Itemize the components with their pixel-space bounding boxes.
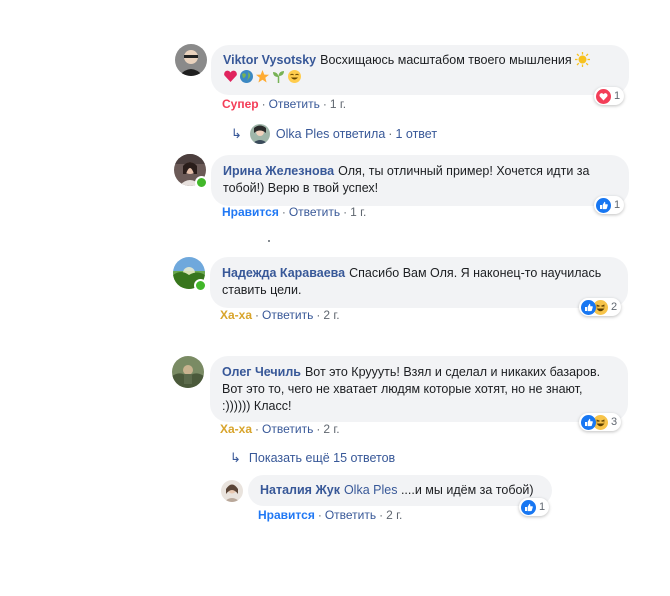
comment-text: Вот это Круууть! Взял и сделал и никаких… <box>304 365 601 379</box>
timestamp[interactable]: 1 г. <box>350 205 366 219</box>
tagged-user[interactable]: Olka Ples <box>344 483 398 497</box>
avatar[interactable] <box>221 480 243 502</box>
comment-text: Оля, ты отличный пример! Хочется идти за <box>338 164 590 178</box>
like-reaction-icon <box>581 414 596 430</box>
reply-author: Olka Ples <box>275 127 330 141</box>
heart-emoji <box>223 69 238 84</box>
reaction-summary[interactable]: 1 <box>594 87 625 105</box>
reply-arrow-icon: ↳ <box>230 450 241 465</box>
reply-arrow-icon: ↳ <box>231 126 242 141</box>
smile-emoji <box>287 69 302 84</box>
reply-link[interactable]: Ответить <box>325 508 376 522</box>
comment-actions: Нравится · Ответить · 1 г. <box>222 205 367 219</box>
comment-bubble: Ирина Железнова Оля, ты отличный пример! … <box>211 155 629 206</box>
reaction-label[interactable]: Нравится <box>222 205 279 219</box>
reply-count: 1 ответ <box>395 127 438 141</box>
comment-text: Спасибо Вам Оля. Я наконец-то научилась <box>349 266 602 280</box>
globe-emoji <box>239 69 254 84</box>
reaction-count: 1 <box>614 90 621 102</box>
show-more-replies[interactable]: ↳ Показать ещё 15 ответов <box>230 450 395 466</box>
comment-bubble: Viktor Vysotsky Восхищаюсь масштабом твое… <box>211 45 629 95</box>
comment-text: :)))))) Класс! <box>222 399 292 413</box>
timestamp[interactable]: 2 г. <box>386 508 402 522</box>
reaction-summary[interactable]: 1 <box>519 498 550 516</box>
timestamp[interactable]: 2 г. <box>323 422 339 436</box>
love-reaction-icon <box>596 88 611 104</box>
reply-link[interactable]: Ответить <box>262 422 313 436</box>
reaction-summary[interactable]: 3 <box>579 413 622 431</box>
timestamp[interactable]: 1 г. <box>330 97 346 111</box>
seedling-emoji <box>271 69 286 84</box>
reaction-summary[interactable]: 1 <box>594 196 625 214</box>
avatar[interactable] <box>172 356 204 388</box>
comment-text: тобой!) Верю в твой успех! <box>223 181 379 195</box>
comment-bubble: Наталия Жук Olka Ples ....и мы идём за то… <box>248 475 552 506</box>
reaction-count: 3 <box>611 416 618 428</box>
reaction-count: 1 <box>539 501 546 513</box>
reply-link[interactable]: Ответить <box>262 308 313 322</box>
comment-author[interactable]: Ирина Железнова <box>223 164 334 178</box>
comment-actions: Супер · Ответить · 1 г. <box>222 97 347 111</box>
avatar[interactable] <box>175 44 207 76</box>
comment-author[interactable]: Наталия Жук <box>260 483 340 497</box>
reaction-label[interactable]: Ха-ха <box>220 308 252 322</box>
reaction-count: 1 <box>614 199 621 211</box>
comment-author[interactable]: Надежда Караваева <box>222 266 345 280</box>
reaction-count: 2 <box>611 301 618 313</box>
comment-author[interactable]: Viktor Vysotsky <box>223 53 316 67</box>
comment-actions: Нравится · Ответить · 2 г. <box>258 508 403 522</box>
reaction-label[interactable]: Ха-ха <box>220 422 252 436</box>
avatar <box>249 124 270 144</box>
like-reaction-icon <box>581 299 596 315</box>
comment-actions: Ха-ха · Ответить · 2 г. <box>220 308 340 322</box>
comment-bubble: Олег Чечиль Вот это Круууть! Взял и сдела… <box>210 356 628 422</box>
reply-link[interactable]: Ответить <box>289 205 340 219</box>
star-emoji <box>255 69 270 84</box>
reply-link[interactable]: Ответить <box>269 97 320 111</box>
like-reaction-icon <box>521 499 536 515</box>
replies-summary[interactable]: ↳ Olka Ples ответила · 1 ответ <box>231 124 437 144</box>
comment-text: Восхищаюсь масштабом твоего мышления <box>320 53 572 67</box>
comment-text: ставить цели. <box>222 283 302 297</box>
show-more-replies-label: Показать ещё 15 ответов <box>248 451 396 465</box>
comment-text: ....и мы идём за тобой) <box>400 483 534 497</box>
divider <box>268 240 270 242</box>
comment-text: Вот это то, чего не хватает людям которы… <box>222 382 583 396</box>
online-status-icon <box>195 176 208 189</box>
reaction-label[interactable]: Супер <box>222 97 259 111</box>
comment-actions: Ха-ха · Ответить · 2 г. <box>220 422 340 436</box>
like-reaction-icon <box>596 197 611 213</box>
comment-bubble: Надежда Караваева Спасибо Вам Оля. Я нако… <box>210 257 628 308</box>
online-status-icon <box>194 279 207 292</box>
timestamp[interactable]: 2 г. <box>323 308 339 322</box>
comment-author[interactable]: Олег Чечиль <box>222 365 301 379</box>
reaction-summary[interactable]: 2 <box>579 298 622 316</box>
sun-emoji <box>575 52 591 67</box>
reaction-label[interactable]: Нравится <box>258 508 315 522</box>
